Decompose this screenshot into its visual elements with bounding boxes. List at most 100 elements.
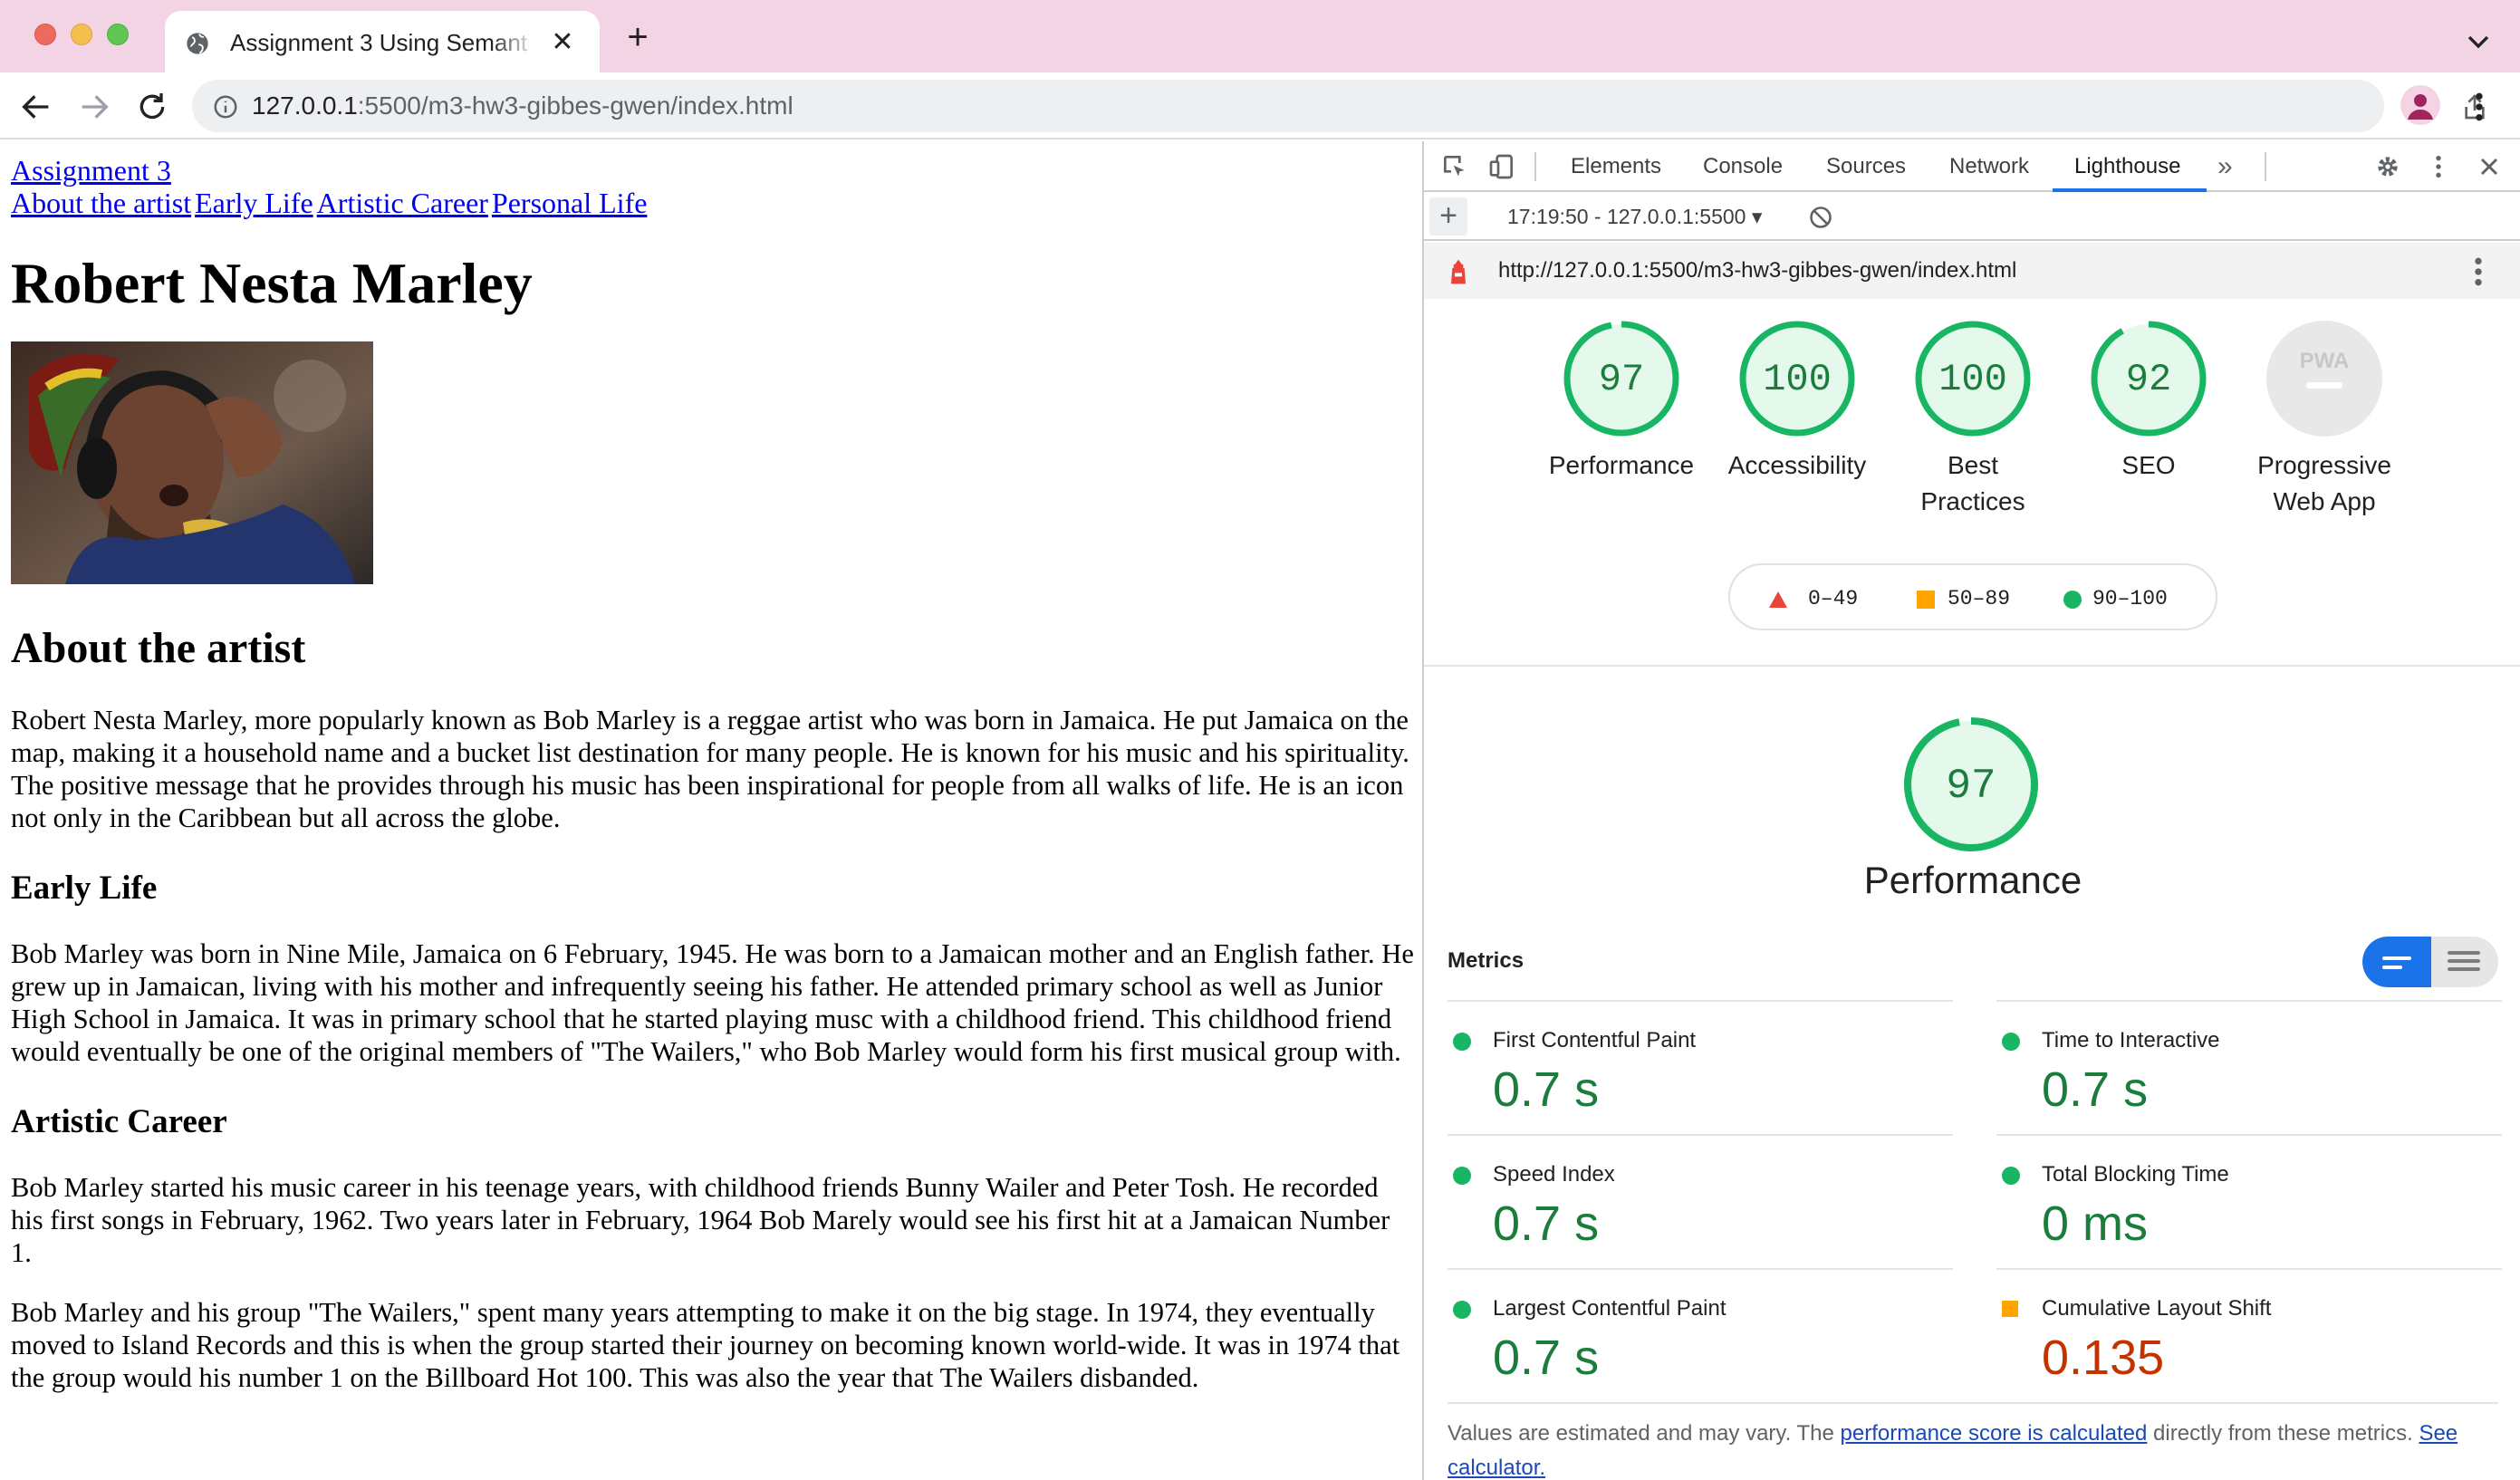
svg-text:100: 100 xyxy=(1763,358,1832,401)
settings-gear-icon[interactable] xyxy=(2373,152,2402,181)
about-paragraph: Robert Nesta Marley, more popularly know… xyxy=(11,705,1409,833)
artistic-career-paragraph-1: Bob Marley started his music career in h… xyxy=(11,1172,1390,1268)
clear-reports-icon[interactable] xyxy=(1808,205,1833,230)
browser-menu-icon[interactable] xyxy=(2466,89,2493,125)
seo-gauge-ring: 92 xyxy=(2091,321,2207,437)
metric-total-blocking-time: Total Blocking Time 0 ms xyxy=(1996,1134,2502,1268)
gauge-label: Progressive Web App xyxy=(2257,451,2391,515)
metric-speed-index: Speed Index 0.7 s xyxy=(1448,1134,1953,1268)
back-arrow-icon[interactable] xyxy=(18,89,54,125)
new-report-button[interactable]: + xyxy=(1429,197,1467,235)
lighthouse-logo-icon xyxy=(1451,259,1466,284)
gauge-best-practices[interactable]: 100 Best Practices xyxy=(1882,319,2063,520)
metric-largest-contentful-paint: Largest Contentful Paint 0.7 s xyxy=(1448,1268,1953,1402)
pwa-badge-icon: PWA xyxy=(2266,321,2382,437)
tab-network[interactable]: Network xyxy=(1949,150,2029,183)
page-title: Robert Nesta Marley xyxy=(11,251,533,315)
close-devtools-icon[interactable] xyxy=(2475,152,2504,181)
svg-text:100: 100 xyxy=(1938,358,2007,401)
score-calculated-link[interactable]: performance score is calculated xyxy=(1841,1421,2148,1446)
pass-indicator xyxy=(2002,1033,2020,1051)
forward-arrow-icon[interactable] xyxy=(76,89,112,125)
tab-search-chevron-icon[interactable] xyxy=(2460,24,2496,60)
svg-text:97: 97 xyxy=(1599,358,1644,401)
gauge-pwa[interactable]: PWA Progressive Web App xyxy=(2234,319,2415,520)
new-tab-button[interactable]: + xyxy=(621,19,654,55)
early-life-heading: Early Life xyxy=(11,870,158,907)
tab-console[interactable]: Console xyxy=(1703,150,1783,183)
metrics-heading: Metrics xyxy=(1448,948,1525,973)
reload-icon[interactable] xyxy=(134,89,170,125)
pass-indicator xyxy=(2002,1167,2020,1185)
minimize-window-button[interactable] xyxy=(71,24,92,45)
devtools-panel: Elements Console Sources Network Lightho… xyxy=(1422,141,2520,1480)
gauge-label: Accessibility xyxy=(1727,451,1867,479)
device-toolbar-icon[interactable] xyxy=(1487,152,1516,181)
profile-avatar[interactable] xyxy=(2400,85,2440,125)
artistic-career-heading: Artistic Career xyxy=(11,1103,227,1140)
report-url: http://127.0.0.1:5500/m3-hw3-gibbes-gwen… xyxy=(1498,258,2017,283)
gauge-performance[interactable]: 97 Performance xyxy=(1531,319,1712,484)
performance-category-title: Performance xyxy=(1863,859,2082,901)
gauge-label: SEO xyxy=(2121,451,2176,479)
nav-link-artistic-career[interactable]: Artistic Career xyxy=(317,187,488,219)
devtools-tab-bar: Elements Console Sources Network Lightho… xyxy=(1424,141,2520,192)
pass-circle-icon xyxy=(2063,591,2082,609)
browser-tab-active[interactable]: Assignment 3 Using Semantic ✕ xyxy=(165,11,600,72)
more-tabs-icon[interactable]: » xyxy=(2217,150,2233,183)
metric-first-contentful-paint: First Contentful Paint 0.7 s xyxy=(1448,1000,1953,1134)
tab-title: Assignment 3 Using Semantic xyxy=(230,29,529,56)
site-title-link[interactable]: Assignment 3 xyxy=(11,154,1409,187)
report-url-row: http://127.0.0.1:5500/m3-hw3-gibbes-gwen… xyxy=(1424,243,2520,299)
tab-lighthouse[interactable]: Lighthouse xyxy=(2074,150,2180,183)
fail-triangle-icon xyxy=(1769,591,1787,608)
devtools-menu-icon[interactable] xyxy=(2424,152,2453,181)
metrics-note: Values are estimated and may vary. The p… xyxy=(1448,1421,2458,1480)
average-indicator xyxy=(2002,1301,2018,1317)
nav-link-personal-life[interactable]: Personal Life xyxy=(492,187,648,219)
svg-text:92: 92 xyxy=(2126,358,2171,401)
legend-average-range: 50–89 xyxy=(1948,587,2011,610)
web-page-content: Assignment 3 About the artist Early Life… xyxy=(0,141,1420,1480)
pass-indicator xyxy=(1453,1167,1471,1185)
metric-time-to-interactive: Time to Interactive 0.7 s xyxy=(1996,1000,2502,1134)
gauge-label: Performance xyxy=(1548,451,1695,479)
metric-cumulative-layout-shift: Cumulative Layout Shift 0.135 xyxy=(1996,1268,2502,1402)
page-nav: About the artist Early Life Artistic Car… xyxy=(11,187,1409,226)
nav-link-early-life[interactable]: Early Life xyxy=(195,187,313,219)
tab-sources[interactable]: Sources xyxy=(1826,150,1906,183)
early-life-paragraph: Bob Marley was born in Nine Mile, Jamaic… xyxy=(11,938,1414,1067)
svg-text:97: 97 xyxy=(1946,763,1996,810)
person-icon xyxy=(2408,94,2433,120)
lighthouse-toolbar: + 17:19:50 - 127.0.0.1:5500 ▾ xyxy=(1424,192,2520,241)
artist-photo xyxy=(11,341,373,584)
gauge-seo[interactable]: 92 SEO xyxy=(2058,319,2239,484)
compact-view-button[interactable] xyxy=(2362,937,2431,987)
site-info-icon[interactable] xyxy=(212,93,239,120)
address-bar[interactable]: 127.0.0.1:5500/m3-hw3-gibbes-gwen/index.… xyxy=(192,80,2485,132)
close-window-button[interactable] xyxy=(34,24,56,45)
gauge-accessibility[interactable]: 100 Accessibility xyxy=(1707,319,1888,484)
expanded-view-button[interactable] xyxy=(2431,937,2498,987)
metrics-view-toggle[interactable] xyxy=(2362,937,2498,987)
svg-text:PWA: PWA xyxy=(2300,349,2350,373)
report-menu-icon[interactable] xyxy=(2466,254,2491,290)
globe-icon xyxy=(187,33,208,54)
pass-indicator xyxy=(1453,1033,1471,1051)
inspect-element-icon[interactable] xyxy=(1440,152,1469,181)
tab-elements[interactable]: Elements xyxy=(1571,150,1661,183)
url-text[interactable]: 127.0.0.1:5500/m3-hw3-gibbes-gwen/index.… xyxy=(252,91,794,121)
performance-gauge-ring: 97 xyxy=(1563,321,1679,437)
tab-close-icon[interactable]: ✕ xyxy=(547,27,578,58)
performance-detail-gauge: 97 xyxy=(1904,717,2038,851)
artistic-career-paragraph-2: Bob Marley and his group "The Wailers," … xyxy=(11,1297,1400,1393)
average-square-icon xyxy=(1917,591,1935,609)
about-heading: About the artist xyxy=(11,624,306,672)
gauge-label: Best Practices xyxy=(1920,451,2025,515)
nav-link-about[interactable]: About the artist xyxy=(11,187,191,219)
report-select[interactable]: 17:19:50 - 127.0.0.1:5500 ▾ xyxy=(1507,201,1762,232)
best-practices-gauge-ring: 100 xyxy=(1915,321,2031,437)
legend-fail-range: 0–49 xyxy=(1808,587,1859,610)
maximize-window-button[interactable] xyxy=(107,24,129,45)
accessibility-gauge-ring: 100 xyxy=(1739,321,1855,437)
